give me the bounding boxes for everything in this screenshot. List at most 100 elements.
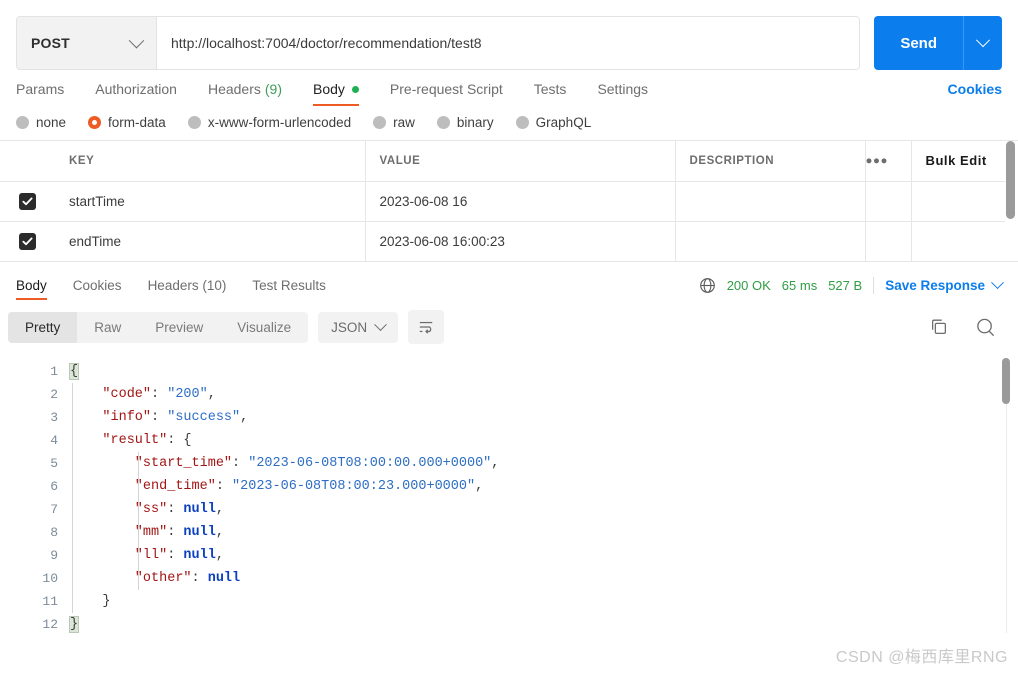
http-method-select[interactable]: POST xyxy=(17,17,157,69)
code-token: { xyxy=(68,363,80,380)
view-mode-pretty[interactable]: Pretty xyxy=(8,311,78,343)
body-modified-dot-icon xyxy=(351,85,359,93)
send-button[interactable]: Send xyxy=(874,16,963,70)
indent-guide xyxy=(72,590,73,613)
view-mode-visualize[interactable]: Visualize xyxy=(220,312,308,343)
form-data-table-container: KEY VALUE DESCRIPTION ●●● Bulk Edit star… xyxy=(0,140,1018,262)
url-box: POST http://localhost:7004/doctor/recomm… xyxy=(16,16,861,70)
tab-headers[interactable]: Headers (9) xyxy=(208,81,282,106)
row-spacer-end xyxy=(911,221,1005,261)
view-mode-segmented-control: Pretty Raw Preview Visualize xyxy=(8,311,309,343)
response-meta: 200 OK 65 ms 527 B Save Response xyxy=(699,276,1004,300)
request-url-bar: POST http://localhost:7004/doctor/recomm… xyxy=(0,0,1018,70)
chevron-down-icon xyxy=(975,33,991,48)
line-number: 12 xyxy=(42,617,58,632)
tab-label: Authorization xyxy=(95,81,177,97)
view-mode-raw[interactable]: Raw xyxy=(77,312,138,343)
response-tab-test-results[interactable]: Test Results xyxy=(252,278,326,300)
save-response-label: Save Response xyxy=(885,278,985,293)
tab-pre-request-script[interactable]: Pre-request Script xyxy=(390,81,503,106)
code-line: 10 "other": null xyxy=(0,567,1018,590)
response-body-code-viewer[interactable]: 1{2 "code": "200", 3 "info": "success", 4 … xyxy=(0,354,1018,647)
save-response-button[interactable]: Save Response xyxy=(885,276,1004,293)
indent-guide xyxy=(138,567,139,590)
body-type-x-www-form-urlencoded[interactable]: x-www-form-urlencoded xyxy=(187,115,351,130)
row-checkbox[interactable] xyxy=(19,232,36,250)
indent-guide xyxy=(138,452,139,475)
chevron-down-icon xyxy=(374,317,387,331)
code-token: "info" xyxy=(70,410,152,425)
cookies-link[interactable]: Cookies xyxy=(948,81,1002,106)
tab-body[interactable]: Body xyxy=(313,81,359,106)
radio-icon xyxy=(436,116,450,129)
indent-guide xyxy=(138,521,139,544)
row-description[interactable] xyxy=(675,181,866,222)
row-key[interactable]: startTime xyxy=(55,181,366,222)
copy-icon[interactable] xyxy=(929,317,949,337)
row-value[interactable]: 2023-06-08 16 xyxy=(365,181,676,222)
tab-label: Body xyxy=(313,81,345,97)
globe-icon[interactable] xyxy=(699,277,716,294)
response-tab-cookies[interactable]: Cookies xyxy=(73,278,122,300)
send-button-group: Send xyxy=(874,16,1002,70)
code-token: "2023-06-08T08:00:23.000+0000" xyxy=(232,479,476,494)
view-mode-preview[interactable]: Preview xyxy=(138,312,220,343)
radio-label: raw xyxy=(393,115,415,130)
tab-headers-count: (9) xyxy=(264,81,282,97)
code-token: : xyxy=(167,548,184,563)
header-key: KEY xyxy=(55,141,366,182)
response-tab-headers[interactable]: Headers (10) xyxy=(148,278,227,300)
tab-tests[interactable]: Tests xyxy=(534,81,567,106)
code-line-text: "ll": null, xyxy=(70,544,1018,567)
url-input[interactable]: http://localhost:7004/doctor/recommendat… xyxy=(157,17,860,69)
search-icon[interactable] xyxy=(975,317,996,338)
table-scrollbar-thumb[interactable] xyxy=(1006,141,1015,219)
line-number: 6 xyxy=(50,479,58,494)
row-value[interactable]: 2023-06-08 16:00:23 xyxy=(365,221,676,261)
code-scrollbar-thumb[interactable] xyxy=(1002,358,1010,404)
table-row: startTime 2023-06-08 16 xyxy=(0,181,1005,222)
chevron-down-icon xyxy=(128,32,145,48)
body-type-binary[interactable]: binary xyxy=(436,115,494,130)
code-line: 9 "ll": null, xyxy=(0,544,1018,567)
body-type-raw[interactable]: raw xyxy=(373,115,415,130)
response-tab-body[interactable]: Body xyxy=(16,278,47,300)
wrap-lines-button[interactable] xyxy=(408,310,445,344)
bulk-edit-button[interactable]: Bulk Edit xyxy=(926,153,987,168)
code-token: "2023-06-08T08:00:00.000+0000" xyxy=(248,456,492,471)
code-line: 7 "ss": null, xyxy=(0,498,1018,521)
code-token: : xyxy=(151,387,168,402)
code-token: { xyxy=(183,433,192,448)
code-line: 1{ xyxy=(0,360,1018,383)
table-options-button[interactable]: ●●● xyxy=(865,141,912,182)
body-type-graphql[interactable]: GraphQL xyxy=(515,115,592,130)
body-type-none[interactable]: none xyxy=(16,115,66,130)
radio-label: GraphQL xyxy=(535,115,592,130)
radio-icon xyxy=(16,116,29,129)
code-token: null xyxy=(183,548,216,563)
tab-label: Settings xyxy=(597,81,649,97)
code-lines-container: 1{2 "code": "200", 3 "info": "success", 4 … xyxy=(0,360,1018,636)
tab-label: Pre-request Script xyxy=(389,81,503,97)
chevron-down-icon xyxy=(991,276,1004,290)
code-token: : xyxy=(167,525,184,540)
tab-settings[interactable]: Settings xyxy=(597,81,648,106)
code-token: : xyxy=(167,502,184,517)
row-checkbox[interactable] xyxy=(19,192,36,210)
send-options-button[interactable] xyxy=(963,16,1002,70)
code-line-text: "other": null xyxy=(70,567,1018,590)
code-token: , xyxy=(207,387,216,402)
tab-params[interactable]: Params xyxy=(16,81,64,106)
body-type-form-data[interactable]: form-data xyxy=(88,115,166,130)
line-number: 10 xyxy=(42,571,58,586)
radio-label: none xyxy=(36,115,67,130)
code-token: "200" xyxy=(167,387,208,402)
row-spacer xyxy=(865,221,912,261)
code-token: , xyxy=(215,548,224,563)
response-tabs: Body Cookies Headers (10) Test Results 2… xyxy=(0,262,1018,300)
tab-authorization[interactable]: Authorization xyxy=(95,81,177,106)
response-format-select[interactable]: JSON xyxy=(318,311,399,343)
row-description[interactable] xyxy=(675,221,866,261)
row-key[interactable]: endTime xyxy=(55,221,366,261)
code-line: 12} xyxy=(0,613,1018,636)
